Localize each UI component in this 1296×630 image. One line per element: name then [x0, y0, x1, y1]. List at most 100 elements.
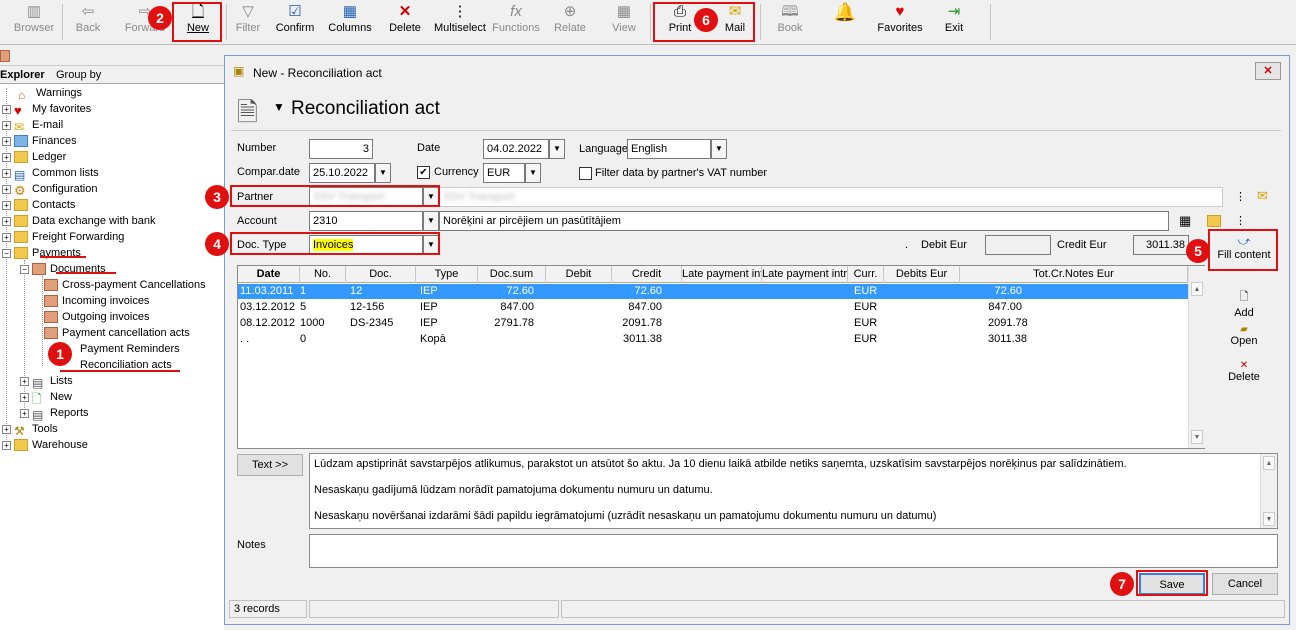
- column-header-curr[interactable]: Curr.: [848, 266, 884, 283]
- currency-select[interactable]: EUR: [483, 163, 525, 183]
- tree-item-data-exchange[interactable]: + Data exchange with bank: [2, 213, 156, 229]
- dialog-close-button[interactable]: ✕: [1255, 62, 1281, 80]
- calculator-icon[interactable]: ▦: [1179, 213, 1191, 229]
- doctype-field[interactable]: Invoices: [309, 235, 423, 255]
- scroll-up-icon[interactable]: ▲: [1191, 282, 1203, 296]
- table-row[interactable]: 03.12.2012 5 12-156 IEP 847.00 847.00 EUR 847.0…: [238, 300, 1188, 315]
- text-area[interactable]: Lūdzam apstiprināt savstarpējos atlikumu…: [309, 453, 1278, 529]
- confirm-button[interactable]: ☑ Confirm: [272, 2, 318, 42]
- column-header-type[interactable]: Type: [416, 266, 478, 283]
- tree-item-lists[interactable]: + ▤ Lists: [20, 373, 73, 390]
- tab-group-by[interactable]: Group by: [56, 69, 101, 81]
- tree-item-cross-payment-cancellations[interactable]: Cross-payment Cancellations: [44, 277, 206, 293]
- folder-icon[interactable]: [1207, 215, 1221, 227]
- filter-vat-checkbox[interactable]: [579, 167, 592, 180]
- filter-button[interactable]: ▽ Filter: [230, 2, 266, 42]
- table-row[interactable]: . . 0 Kopā 3011.38 EUR 3011.38: [238, 332, 1188, 347]
- scroll-down-icon[interactable]: ▼: [1191, 430, 1203, 444]
- column-header-doc[interactable]: Doc.: [346, 266, 416, 283]
- functions-button[interactable]: fx Functions: [490, 2, 542, 42]
- table-scrollbar[interactable]: ▲ ▼: [1188, 266, 1205, 448]
- open-row-button[interactable]: ▰ Open: [1219, 324, 1269, 347]
- tree-item-documents[interactable]: − Documents: [20, 261, 106, 277]
- tree-item-configuration[interactable]: + ⚙ Configuration: [2, 181, 97, 199]
- tree-item-reports[interactable]: + ▤ Reports: [20, 405, 89, 422]
- heading-dropdown-icon[interactable]: ▼: [273, 100, 285, 114]
- date-field[interactable]: 04.02.2022: [483, 139, 549, 159]
- back-button[interactable]: ⇦ Back: [66, 2, 110, 42]
- text-scrollbar[interactable]: ▲ ▼: [1260, 454, 1277, 528]
- tree-item-freight-forwarding[interactable]: + Freight Forwarding: [2, 229, 124, 245]
- tree-item-incoming-invoices[interactable]: Incoming invoices: [44, 293, 149, 309]
- kebab-menu-icon[interactable]: ⋮: [1235, 214, 1246, 227]
- favorites-button[interactable]: ♥ Favorites: [872, 2, 928, 42]
- tree-item-payment-cancellation-acts[interactable]: Payment cancellation acts: [44, 325, 190, 341]
- account-field[interactable]: 2310: [309, 211, 423, 231]
- multiselect-button[interactable]: ⋮ Multiselect: [432, 2, 488, 42]
- save-button[interactable]: Save: [1139, 573, 1205, 595]
- compar-date-field[interactable]: 25.10.2022: [309, 163, 375, 183]
- tree-item-payments[interactable]: − Payments: [2, 245, 81, 261]
- scroll-up-icon[interactable]: ▲: [1263, 456, 1275, 470]
- cancel-button[interactable]: Cancel: [1212, 573, 1278, 595]
- language-dropdown[interactable]: ▼: [711, 139, 727, 159]
- tree-item-new[interactable]: + 🗋 New: [20, 389, 72, 406]
- browser-button[interactable]: ▥ Browser: [10, 2, 58, 42]
- book-button[interactable]: 🕮 Book: [770, 2, 810, 42]
- tree-item-common-lists[interactable]: + ▤ Common lists: [2, 165, 99, 182]
- delete-button[interactable]: ✕ Delete: [384, 2, 426, 42]
- account-dropdown[interactable]: ▼: [423, 211, 439, 231]
- tab-explorer[interactable]: Explorer: [0, 69, 45, 81]
- columns-button[interactable]: ▦ Columns: [326, 2, 374, 42]
- column-header-debit[interactable]: Debit: [546, 266, 612, 283]
- partner-code-field[interactable]: SSV Transport: [309, 187, 423, 207]
- table-cell: EUR: [854, 301, 878, 313]
- scroll-down-icon[interactable]: ▼: [1263, 512, 1275, 526]
- column-header-late-payment-c[interactable]: Late payment intr.c.: [762, 266, 848, 283]
- fill-content-button[interactable]: ⤻ Fill content: [1209, 230, 1279, 272]
- currency-dropdown[interactable]: ▼: [525, 163, 541, 183]
- notes-field[interactable]: [309, 534, 1278, 568]
- view-button[interactable]: ▦ View: [604, 2, 644, 42]
- column-header-tot-cr-notes[interactable]: Tot.Cr.Notes Eur: [960, 266, 1188, 283]
- column-header-late-payment[interactable]: Late payment intr.: [682, 266, 762, 283]
- tree-item-finances[interactable]: + Finances: [2, 133, 77, 149]
- currency-checkbox[interactable]: ✔: [417, 166, 430, 179]
- tree-item-email[interactable]: + ✉ E-mail: [2, 117, 63, 134]
- tree-item-my-favorites[interactable]: + ♥ My favorites: [2, 101, 91, 118]
- date-dropdown[interactable]: ▼: [549, 139, 565, 159]
- add-row-button[interactable]: 🗋 Add: [1219, 288, 1269, 319]
- tree-item-tools[interactable]: + ⚒ Tools: [2, 421, 58, 438]
- language-select[interactable]: English: [627, 139, 711, 159]
- kebab-menu-icon[interactable]: ⋮: [1235, 190, 1246, 203]
- partner-dropdown[interactable]: ▼: [423, 187, 439, 207]
- column-header-credit[interactable]: Credit: [612, 266, 682, 283]
- new-button[interactable]: 🗋 New: [176, 2, 220, 42]
- tree-item-warnings[interactable]: ⌂ Warnings: [4, 85, 82, 102]
- column-header-date[interactable]: Date: [238, 266, 300, 283]
- tree-item-ledger[interactable]: + Ledger: [2, 149, 66, 165]
- number-field[interactable]: 3: [309, 139, 373, 159]
- doctype-dropdown[interactable]: ▼: [423, 235, 439, 255]
- tree-item-payment-reminders[interactable]: Payment Reminders: [62, 341, 180, 357]
- table-cell: IEP: [420, 285, 438, 297]
- column-header-docsum[interactable]: Doc.sum: [478, 266, 546, 283]
- mail-envelope-icon[interactable]: ✉: [1257, 188, 1268, 204]
- tree-item-outgoing-invoices[interactable]: Outgoing invoices: [44, 309, 149, 325]
- compar-date-dropdown[interactable]: ▼: [375, 163, 391, 183]
- gear-icon: ⚙: [14, 183, 26, 199]
- relate-button[interactable]: ⊕ Relate: [550, 2, 590, 42]
- exit-button[interactable]: ⇥ Exit: [936, 2, 972, 42]
- table-cell: EUR: [854, 333, 878, 345]
- mail-button[interactable]: ✉ Mail: [718, 2, 752, 42]
- tree-item-contacts[interactable]: + Contacts: [2, 197, 75, 213]
- print-button[interactable]: ⎙ Print: [662, 2, 698, 42]
- table-row[interactable]: 11.03.2011 1 12 IEP 72.60 72.60 EUR 72.60: [238, 284, 1188, 299]
- tree-item-warehouse[interactable]: + Warehouse: [2, 437, 88, 453]
- table-row[interactable]: 08.12.2012 1000 DS-2345 IEP 2791.78 2091.78 EU…: [238, 316, 1188, 331]
- notifications-button[interactable]: 🔔: [830, 2, 860, 42]
- column-header-no[interactable]: No.: [300, 266, 346, 283]
- column-header-debits-eur[interactable]: Debits Eur: [884, 266, 960, 283]
- delete-row-button[interactable]: ✕ Delete: [1219, 360, 1269, 383]
- text-toggle-button[interactable]: Text >>: [237, 454, 303, 476]
